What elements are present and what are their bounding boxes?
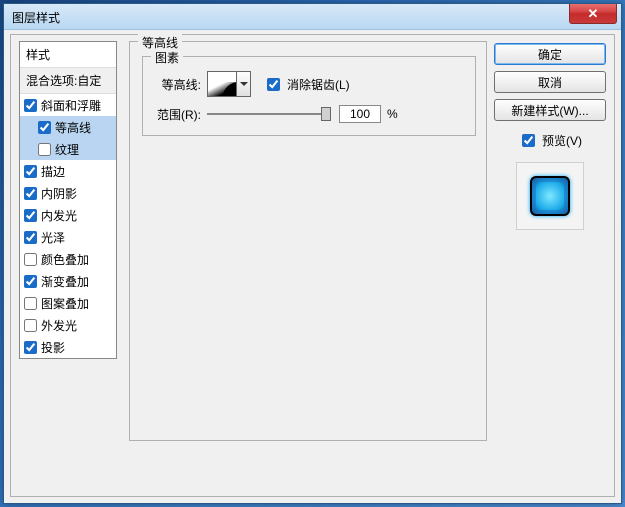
styles-list: 样式 混合选项:自定 斜面和浮雕等高线纹理描边内阴影内发光光泽颜色叠加渐变叠加图… — [19, 41, 117, 359]
window-title: 图层样式 — [12, 9, 60, 26]
style-checkbox[interactable] — [24, 297, 37, 310]
preview-checkbox[interactable] — [522, 134, 535, 147]
slider-thumb[interactable] — [321, 107, 331, 121]
style-row-10[interactable]: 外发光 — [20, 314, 116, 336]
preview-swatch — [516, 162, 584, 230]
elements-group: 图素 等高线: 消除锯齿(L) 范围(R): — [142, 56, 476, 136]
style-label: 颜色叠加 — [41, 251, 89, 268]
style-checkbox[interactable] — [38, 121, 51, 134]
new-style-button[interactable]: 新建样式(W)... — [494, 99, 606, 121]
style-checkbox[interactable] — [24, 187, 37, 200]
preview-label: 预览(V) — [542, 132, 582, 149]
contour-label: 等高线: — [149, 76, 201, 93]
style-checkbox[interactable] — [24, 275, 37, 288]
style-row-11[interactable]: 投影 — [20, 336, 116, 358]
style-label: 投影 — [41, 339, 65, 356]
anti-alias-checkbox[interactable] — [267, 78, 280, 91]
style-checkbox[interactable] — [24, 319, 37, 332]
dialog-body: 样式 混合选项:自定 斜面和浮雕等高线纹理描边内阴影内发光光泽颜色叠加渐变叠加图… — [10, 34, 615, 497]
anti-alias-label: 消除锯齿(L) — [287, 76, 350, 93]
styles-header: 样式 — [20, 42, 116, 68]
blending-options[interactable]: 混合选项:自定 — [20, 68, 116, 94]
preview-thumbnail — [530, 176, 570, 216]
range-slider[interactable] — [207, 107, 331, 121]
style-row-9[interactable]: 图案叠加 — [20, 292, 116, 314]
style-label: 内发光 — [41, 207, 77, 224]
close-icon: ✕ — [588, 6, 599, 22]
style-checkbox[interactable] — [24, 231, 37, 244]
style-row-8[interactable]: 渐变叠加 — [20, 270, 116, 292]
style-checkbox[interactable] — [24, 341, 37, 354]
style-label: 描边 — [41, 163, 65, 180]
style-row-4[interactable]: 内阴影 — [20, 182, 116, 204]
style-row-6[interactable]: 光泽 — [20, 226, 116, 248]
style-row-2[interactable]: 纹理 — [20, 138, 116, 160]
style-label: 内阴影 — [41, 185, 77, 202]
contour-group: 等高线 图素 等高线: 消除锯齿(L) 范围(R): — [129, 41, 487, 441]
ok-button[interactable]: 确定 — [494, 43, 606, 65]
contour-dropdown[interactable] — [237, 71, 251, 97]
cancel-button[interactable]: 取消 — [494, 71, 606, 93]
style-label: 外发光 — [41, 317, 77, 334]
contour-thumbnail[interactable] — [207, 71, 237, 97]
elements-legend: 图素 — [151, 49, 183, 66]
style-row-7[interactable]: 颜色叠加 — [20, 248, 116, 270]
right-column: 确定 取消 新建样式(W)... 预览(V) — [494, 43, 606, 230]
style-checkbox[interactable] — [24, 253, 37, 266]
dialog-window: 图层样式 ✕ 样式 混合选项:自定 斜面和浮雕等高线纹理描边内阴影内发光光泽颜色… — [3, 3, 622, 504]
range-unit: % — [387, 107, 398, 121]
style-label: 纹理 — [55, 141, 79, 158]
style-row-3[interactable]: 描边 — [20, 160, 116, 182]
style-row-1[interactable]: 等高线 — [20, 116, 116, 138]
close-button[interactable]: ✕ — [569, 4, 617, 24]
style-checkbox[interactable] — [24, 165, 37, 178]
style-label: 图案叠加 — [41, 295, 89, 312]
style-label: 等高线 — [55, 119, 91, 136]
style-row-0[interactable]: 斜面和浮雕 — [20, 94, 116, 116]
style-label: 斜面和浮雕 — [41, 97, 101, 114]
style-checkbox[interactable] — [38, 143, 51, 156]
chevron-down-icon — [240, 82, 248, 86]
style-checkbox[interactable] — [24, 209, 37, 222]
range-label: 范围(R): — [149, 106, 201, 123]
style-label: 渐变叠加 — [41, 273, 89, 290]
style-label: 光泽 — [41, 229, 65, 246]
range-input[interactable] — [339, 105, 381, 123]
style-row-5[interactable]: 内发光 — [20, 204, 116, 226]
style-checkbox[interactable] — [24, 99, 37, 112]
title-bar[interactable]: 图层样式 ✕ — [4, 4, 621, 30]
